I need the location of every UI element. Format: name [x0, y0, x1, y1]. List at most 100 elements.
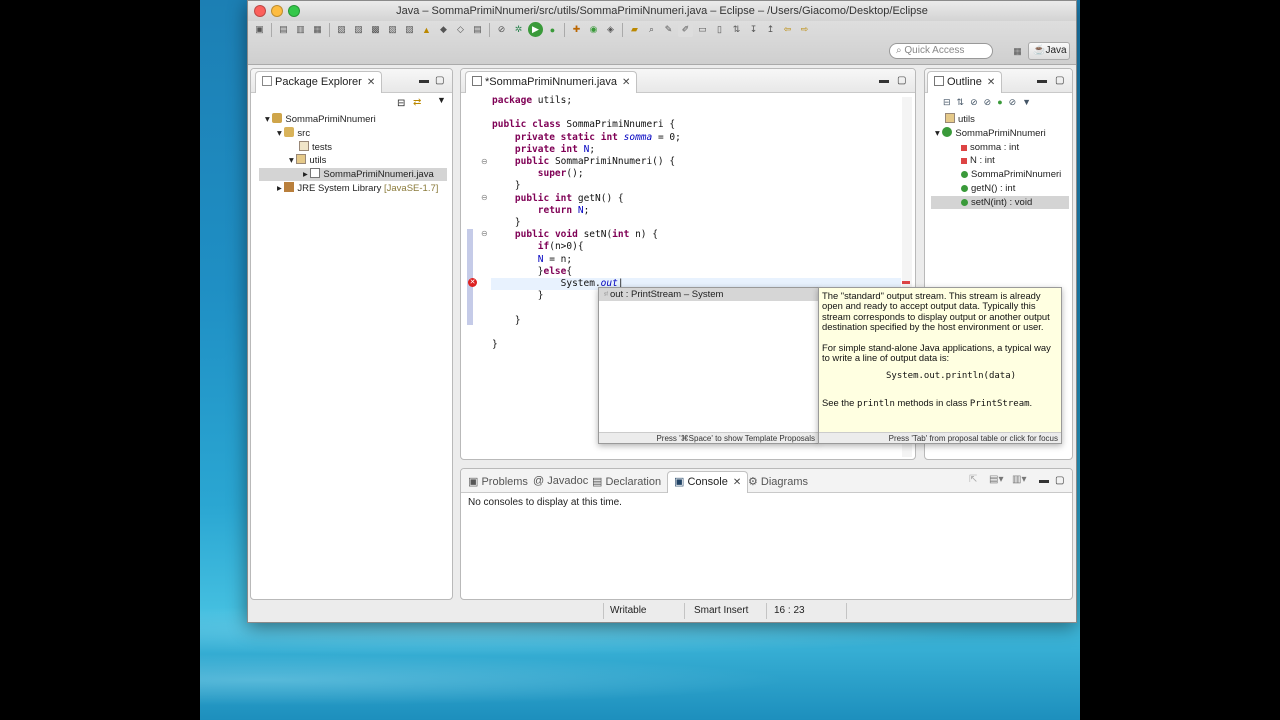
- error-marker-icon[interactable]: ✕: [468, 278, 477, 287]
- breakpoint-icon[interactable]: ◆: [436, 22, 451, 37]
- toggle-icon[interactable]: ▯: [712, 22, 727, 37]
- save-all-icon[interactable]: ▥: [293, 22, 308, 37]
- proposal-row-selected[interactable]: ˢᶠ out : PrintStream – System: [599, 288, 818, 301]
- collapse-all-icon[interactable]: ⊟: [397, 98, 405, 109]
- toggle-icon[interactable]: ◈: [603, 22, 618, 37]
- maximize-icon[interactable]: ▢: [435, 75, 444, 86]
- tree-src[interactable]: ▾ src: [277, 127, 310, 140]
- tab-package-explorer[interactable]: Package Explorer ✕: [255, 71, 383, 93]
- link-editor-icon[interactable]: ⇄: [413, 97, 421, 108]
- prev-annotation-icon[interactable]: ↥: [763, 22, 778, 37]
- view-menu-icon[interactable]: ▼: [1022, 97, 1037, 107]
- collapsed-arrow-icon: ▸: [277, 183, 285, 194]
- open-console-icon[interactable]: ▥▾: [1012, 474, 1026, 485]
- toggle-icon[interactable]: ◇: [453, 22, 468, 37]
- quick-access-input[interactable]: ⌕ Quick Access: [889, 43, 993, 59]
- close-icon[interactable]: ✕: [733, 477, 741, 488]
- sort-icon[interactable]: ⇅: [957, 97, 971, 107]
- toggle-icon[interactable]: ▧: [334, 22, 349, 37]
- tab-label: Diagrams: [760, 476, 808, 488]
- fold-icon[interactable]: ⊖: [481, 157, 488, 166]
- run-icon[interactable]: ▶: [528, 22, 543, 37]
- outline-item-field[interactable]: N : int: [961, 154, 995, 167]
- open-type-icon[interactable]: ▰: [627, 22, 642, 37]
- outline-item-class[interactable]: ▾ SommaPrimiNnumeri: [935, 127, 1046, 140]
- tab-problems[interactable]: ▣ Problems: [468, 475, 528, 488]
- outline-item-field[interactable]: somma : int: [961, 141, 1019, 154]
- tree-utils[interactable]: ▾ utils: [289, 154, 326, 167]
- hide-local-types-icon[interactable]: ⊘: [1009, 97, 1023, 107]
- toggle-icon[interactable]: ▨: [351, 22, 366, 37]
- tests-label: tests: [312, 142, 333, 153]
- toolbar-buttons: ▣ ▤ ▥ ▦ ▧ ▨ ▩ ▧ ▨ ▲ ◆ ◇ ▤ ⊘ ✲ ▶ ● ✚ ◉ ◈ …: [252, 22, 812, 37]
- new-class-icon[interactable]: ✚: [569, 22, 584, 37]
- outline-item-method[interactable]: getN() : int: [961, 182, 1015, 195]
- warning-icon[interactable]: ▲: [419, 22, 434, 37]
- minimize-icon[interactable]: ▬: [1037, 75, 1047, 86]
- collapse-all-icon[interactable]: ⊟: [943, 97, 957, 107]
- fold-icon[interactable]: ⊖: [481, 193, 488, 202]
- toggle-icon[interactable]: ▨: [402, 22, 417, 37]
- error-overview-mark[interactable]: [902, 281, 910, 284]
- hide-fields-icon[interactable]: ⊘: [970, 97, 984, 107]
- tree-tests[interactable]: tests: [299, 141, 332, 154]
- close-icon[interactable]: ✕: [622, 77, 630, 88]
- new-icon[interactable]: ▣: [252, 22, 267, 37]
- status-separator: [766, 603, 767, 619]
- java-perspective-button[interactable]: ☕Java: [1028, 42, 1070, 60]
- pencil-icon[interactable]: ✎: [661, 22, 676, 37]
- maximize-icon[interactable]: ▢: [897, 75, 906, 86]
- tab-javadoc[interactable]: @ Javadoc: [533, 475, 588, 487]
- toggle-icon[interactable]: ▩: [368, 22, 383, 37]
- open-perspective-icon[interactable]: ▦: [1010, 44, 1025, 59]
- minimize-icon[interactable]: ▬: [419, 75, 429, 86]
- toggle-icon[interactable]: ▧: [385, 22, 400, 37]
- outline-item-constructor[interactable]: SommaPrimiNnumeri: [961, 168, 1061, 181]
- javadoc-hover[interactable]: The "standard" output stream. This strea…: [818, 287, 1062, 444]
- toggle-icon[interactable]: ▭: [695, 22, 710, 37]
- outline-item-method-selected[interactable]: setN(int) : void: [931, 196, 1069, 209]
- skip-icon[interactable]: ⊘: [494, 22, 509, 37]
- collapsed-arrow-icon: ▸: [303, 169, 311, 180]
- tab-console[interactable]: ▣ Console ✕: [667, 471, 749, 493]
- back-icon[interactable]: ⇦: [780, 22, 795, 37]
- tab-diagrams[interactable]: ⚙ Diagrams: [748, 475, 808, 488]
- tree-file-selected[interactable]: ▸ SommaPrimiNnumeri.java: [259, 168, 447, 181]
- pin-console-icon[interactable]: ⇱: [969, 474, 977, 485]
- toggle-icon[interactable]: ▤: [470, 22, 485, 37]
- tab-declaration[interactable]: ▤ Declaration: [592, 475, 661, 488]
- next-annotation-icon[interactable]: ↧: [746, 22, 761, 37]
- forward-icon[interactable]: ⇨: [797, 22, 812, 37]
- close-icon[interactable]: ✕: [987, 77, 995, 88]
- status-insert-mode: Smart Insert: [694, 605, 749, 616]
- doc-text: See the: [822, 396, 857, 408]
- hide-nonpublic-icon[interactable]: ●: [997, 97, 1008, 107]
- expanded-arrow-icon: ▾: [265, 114, 273, 125]
- tab-editor-file[interactable]: *SommaPrimiNnumeri.java ✕: [465, 71, 638, 93]
- close-icon[interactable]: ✕: [367, 77, 375, 88]
- toggle-icon[interactable]: ⇅: [729, 22, 744, 37]
- view-menu-icon[interactable]: ▼: [437, 95, 446, 105]
- tree-project[interactable]: ▾ SommaPrimiNnumeri: [265, 113, 376, 126]
- debug-icon[interactable]: ✲: [511, 22, 526, 37]
- fold-icon[interactable]: ⊖: [481, 229, 488, 238]
- maximize-icon[interactable]: ▢: [1055, 475, 1064, 486]
- tree-jre[interactable]: ▸ JRE System Library [JavaSE-1.7]: [277, 182, 438, 195]
- print-icon[interactable]: ▦: [310, 22, 325, 37]
- outline-item-package[interactable]: utils: [945, 113, 975, 126]
- display-console-icon[interactable]: ▤▾: [989, 474, 1003, 485]
- maximize-icon[interactable]: ▢: [1055, 75, 1064, 86]
- tab-outline[interactable]: Outline ✕: [927, 71, 1003, 93]
- zoom-window-button[interactable]: [288, 5, 300, 17]
- new-java-icon[interactable]: ◉: [586, 22, 601, 37]
- minimize-icon[interactable]: ▬: [1039, 475, 1049, 486]
- hide-static-icon[interactable]: ⊘: [984, 97, 998, 107]
- minimize-icon[interactable]: ▬: [879, 75, 889, 86]
- close-window-button[interactable]: [254, 5, 266, 17]
- minimize-window-button[interactable]: [271, 5, 283, 17]
- search-icon[interactable]: ⌕: [644, 22, 659, 37]
- save-icon[interactable]: ▤: [276, 22, 291, 37]
- outline-toolbar: ⊟⇅⊘⊘●⊘▼: [943, 97, 1037, 108]
- run-external-icon[interactable]: ●: [545, 22, 560, 37]
- highlight-icon[interactable]: ✐: [678, 22, 693, 37]
